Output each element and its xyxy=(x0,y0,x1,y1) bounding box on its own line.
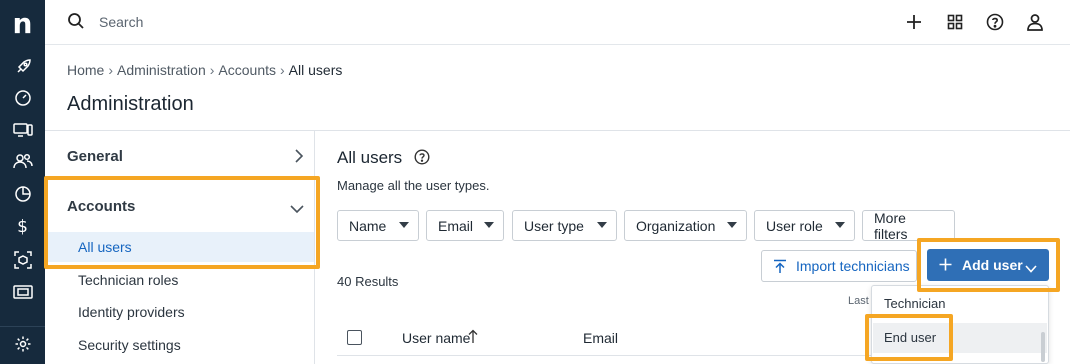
rocket-icon[interactable] xyxy=(12,56,33,77)
nav-general[interactable]: General xyxy=(45,140,314,174)
ninja-logo[interactable]: n xyxy=(0,6,45,42)
logo-letter: n xyxy=(12,7,33,40)
breadcrumb-separator: › xyxy=(280,62,285,78)
top-bar xyxy=(45,0,1070,45)
filter-label: Organization xyxy=(636,217,716,234)
nav-item-label: Technician roles xyxy=(78,272,179,288)
import-technicians-button[interactable]: Import technicians xyxy=(761,250,917,282)
more-filters-button[interactable]: More filters xyxy=(862,209,955,242)
pie-chart-icon[interactable] xyxy=(12,183,33,204)
results-count: 40 Results xyxy=(337,274,399,289)
chevron-down-icon xyxy=(290,201,304,217)
breadcrumb-separator: › xyxy=(108,62,114,78)
help-icon[interactable] xyxy=(984,11,1006,33)
nav-item-label: Identity providers xyxy=(78,304,185,320)
nav-accounts[interactable]: Accounts xyxy=(45,190,314,224)
rail-divider xyxy=(0,326,45,327)
dashboard-gauge-icon[interactable] xyxy=(12,87,33,108)
left-rail: n $ xyxy=(0,0,45,364)
section-title: All users xyxy=(337,148,403,167)
section-subtitle: Manage all the user types. xyxy=(337,178,490,193)
nav-general-label: General xyxy=(67,148,123,165)
caret-down-icon xyxy=(484,222,494,228)
plus-icon[interactable] xyxy=(903,11,925,33)
package-box-icon[interactable] xyxy=(12,249,33,270)
menu-scrollbar[interactable] xyxy=(1041,332,1045,362)
last-column-label: Last xyxy=(848,295,869,307)
nav-item-label: All users xyxy=(78,239,132,255)
filter-label: User role xyxy=(766,217,823,234)
search-input[interactable] xyxy=(99,11,499,33)
menu-item-label: End user xyxy=(884,330,937,345)
menu-item-label: Technician xyxy=(884,296,946,311)
breadcrumb-separator: › xyxy=(209,62,215,78)
breadcrumb: Home › Administration › Accounts › All users xyxy=(67,62,342,78)
more-filters-label: More filters xyxy=(874,209,908,242)
nav-accounts-label: Accounts xyxy=(67,198,136,215)
column-header-user-name[interactable]: User name xyxy=(402,330,470,346)
sidebar-divider xyxy=(314,130,315,364)
select-all-checkbox[interactable] xyxy=(347,330,362,345)
filter-user-role[interactable]: User role xyxy=(754,210,855,241)
users-group-icon[interactable] xyxy=(12,150,33,171)
nav-item-label: Security settings xyxy=(78,337,181,353)
chevron-right-icon xyxy=(294,149,304,166)
add-user-menu: Technician End user xyxy=(871,285,1049,364)
breadcrumb-administration[interactable]: Administration xyxy=(117,62,206,78)
filter-user-type[interactable]: User type xyxy=(512,210,617,241)
upload-icon xyxy=(773,259,787,277)
menu-item-technician[interactable]: Technician xyxy=(873,289,1047,319)
sort-ascending-icon[interactable] xyxy=(468,329,478,347)
caret-down-icon xyxy=(597,222,607,228)
nav-item-identity-providers[interactable]: Identity providers xyxy=(45,297,314,327)
filter-label: Email xyxy=(438,217,474,234)
breadcrumb-home[interactable]: Home xyxy=(67,62,104,78)
filter-organization[interactable]: Organization xyxy=(624,210,747,241)
caret-down-icon xyxy=(727,222,737,228)
filter-name[interactable]: Name xyxy=(337,210,419,241)
column-header-email[interactable]: Email xyxy=(583,330,618,346)
filter-email[interactable]: Email xyxy=(426,210,504,241)
menu-item-end-user[interactable]: End user xyxy=(873,323,1047,353)
user-profile-icon[interactable] xyxy=(1024,11,1046,33)
ticket-icon[interactable] xyxy=(12,281,33,302)
devices-icon[interactable] xyxy=(12,119,33,140)
apps-grid-icon[interactable] xyxy=(944,11,966,33)
breadcrumb-current: All users xyxy=(288,62,343,78)
caret-down-icon xyxy=(835,222,845,228)
nav-item-technician-roles[interactable]: Technician roles xyxy=(45,265,314,295)
help-circle-icon[interactable] xyxy=(414,149,430,168)
filter-label: Name xyxy=(349,217,387,234)
page-title: Administration xyxy=(67,93,194,115)
import-technicians-label: Import technicians xyxy=(796,258,910,274)
add-user-label: Add user xyxy=(962,257,1023,273)
caret-down-icon xyxy=(399,222,409,228)
plus-icon xyxy=(939,258,952,274)
dollar-icon[interactable]: $ xyxy=(12,216,33,237)
nav-item-all-users[interactable]: All users xyxy=(45,232,314,262)
header-divider xyxy=(45,130,1070,131)
chevron-down-icon xyxy=(1025,260,1037,276)
nav-item-security-settings[interactable]: Security settings xyxy=(45,330,314,360)
add-user-button[interactable]: Add user xyxy=(927,249,1049,281)
search-icon xyxy=(67,12,87,32)
filter-label: User type xyxy=(524,217,584,234)
settings-gear-icon[interactable] xyxy=(12,333,33,354)
breadcrumb-accounts[interactable]: Accounts xyxy=(218,62,276,78)
